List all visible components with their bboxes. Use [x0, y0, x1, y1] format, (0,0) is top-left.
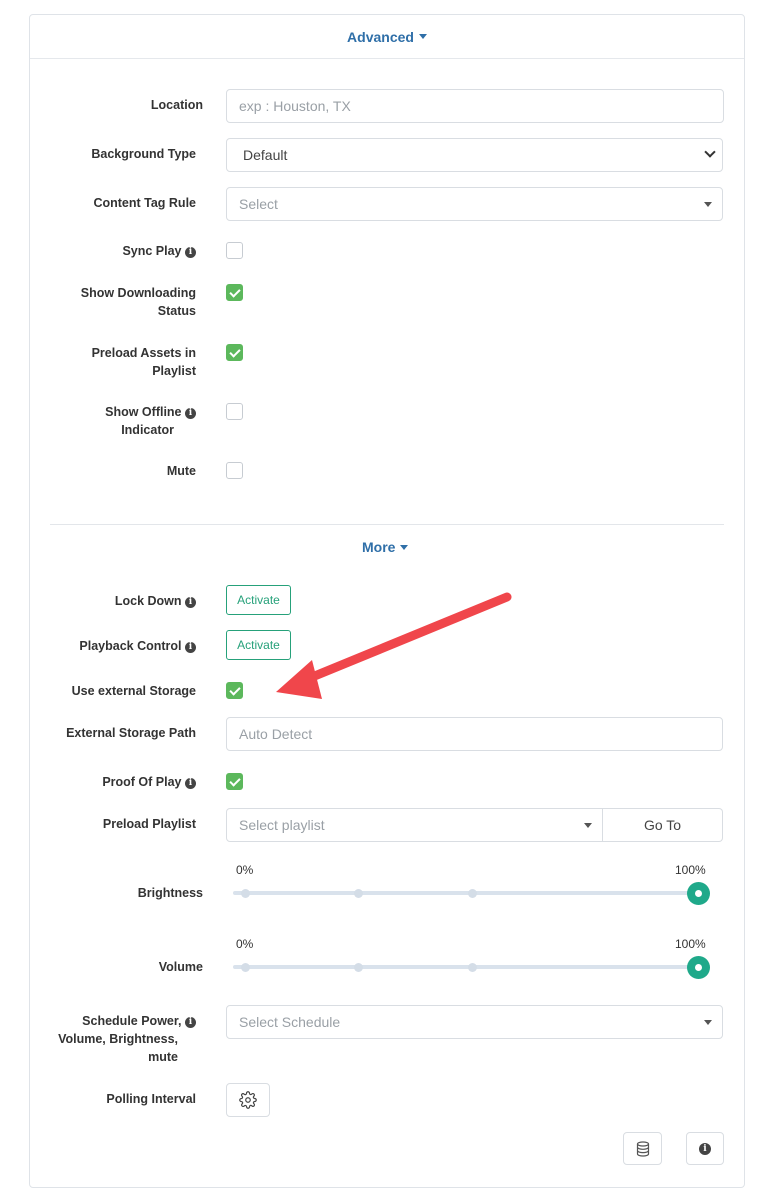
- annotation-arrow: [0, 0, 766, 1195]
